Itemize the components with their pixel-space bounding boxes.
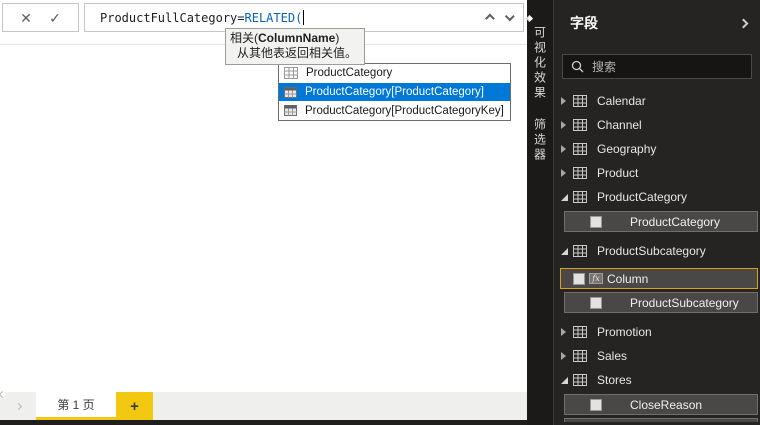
- formula-scroll-buttons: [485, 4, 514, 33]
- table-icon: [573, 350, 587, 362]
- field-productcategory[interactable]: ProductCategory: [564, 211, 758, 232]
- chevron-down-icon[interactable]: [505, 11, 515, 21]
- field-table-calendar[interactable]: Calendar: [554, 89, 760, 113]
- field-checkbox[interactable]: [590, 297, 602, 309]
- column-icon: [284, 87, 297, 98]
- chevron-up-icon[interactable]: [485, 14, 495, 24]
- fields-pane: 字段 Calendar Channel: [553, 0, 760, 425]
- field-checkbox[interactable]: [573, 273, 585, 285]
- table-icon: [573, 245, 587, 257]
- tab-visualizations[interactable]: 可视化效果: [532, 26, 549, 101]
- table-icon: [573, 119, 587, 131]
- suggestion-item[interactable]: ProductCategory: [279, 64, 510, 83]
- fields-search-box[interactable]: [562, 54, 752, 79]
- field-table-channel[interactable]: Channel: [554, 113, 760, 137]
- field-closereason[interactable]: CloseReason: [564, 394, 758, 415]
- table-icon: [573, 374, 587, 386]
- fields-tree: Calendar Channel Geography: [554, 89, 760, 422]
- field-table-geography[interactable]: Geography: [554, 137, 760, 161]
- chevron-right-icon[interactable]: [739, 18, 749, 28]
- column-icon: [284, 105, 297, 116]
- expand-triangle-icon[interactable]: [561, 377, 568, 384]
- tab-page-1[interactable]: 第 1 页: [36, 392, 116, 420]
- cancel-icon[interactable]: ✕: [20, 11, 32, 25]
- collapsed-panes-strip: 可视化效果 筛选器: [527, 0, 553, 425]
- formula-function-text: RELATED(: [245, 11, 303, 25]
- collapse-triangle-icon[interactable]: [561, 97, 566, 105]
- chevron-left-icon[interactable]: [526, 15, 533, 22]
- collapse-triangle-icon[interactable]: [561, 328, 566, 336]
- collapse-triangle-icon[interactable]: [561, 352, 566, 360]
- suggestion-item-selected[interactable]: ProductCategory[ProductCategory]: [279, 83, 510, 102]
- table-icon: [573, 167, 587, 179]
- powerbi-window: ✕ ✓ ProductFullCategory=RELATED( 第 1 页 +: [0, 0, 760, 425]
- page-nav-buttons: [0, 392, 36, 420]
- formula-name-text: ProductFullCategory=: [100, 11, 245, 25]
- text-caret: [303, 10, 304, 25]
- expand-triangle-icon[interactable]: [561, 248, 568, 255]
- calculated-column-icon: fx: [589, 273, 603, 284]
- field-row-partial: [564, 418, 758, 422]
- function-signature: 相关(ColumnName): [230, 31, 357, 46]
- field-checkbox[interactable]: [590, 399, 602, 411]
- fields-pane-header: 字段: [554, 0, 760, 46]
- table-icon: [573, 326, 587, 338]
- next-page-icon[interactable]: [14, 402, 21, 409]
- field-table-productcategory[interactable]: ProductCategory: [554, 185, 760, 209]
- expand-triangle-icon[interactable]: [561, 194, 568, 201]
- table-icon: [573, 191, 587, 203]
- add-page-button[interactable]: +: [116, 392, 153, 420]
- search-icon: [571, 60, 584, 73]
- collapse-triangle-icon[interactable]: [561, 121, 566, 129]
- table-icon: [284, 67, 298, 79]
- suggestion-item[interactable]: ProductCategory[ProductCategoryKey]: [279, 101, 510, 120]
- collapse-triangle-icon[interactable]: [561, 145, 566, 153]
- collapse-triangle-icon[interactable]: [561, 169, 566, 177]
- field-table-stores[interactable]: Stores: [554, 368, 760, 392]
- field-table-productsubcategory[interactable]: ProductSubcategory: [554, 239, 760, 263]
- formula-action-group: ✕ ✓: [2, 3, 79, 32]
- field-productsubcategory[interactable]: ProductSubcategory: [564, 292, 758, 313]
- page-tab-bar: 第 1 页 +: [0, 392, 527, 420]
- tab-filters[interactable]: 筛选器: [532, 118, 549, 163]
- field-table-promotion[interactable]: Promotion: [554, 320, 760, 344]
- field-table-sales[interactable]: Sales: [554, 344, 760, 368]
- fields-pane-title: 字段: [570, 13, 740, 33]
- function-description: 从其他表返回相关值。: [230, 46, 357, 61]
- commit-icon[interactable]: ✓: [49, 11, 61, 25]
- field-column-active[interactable]: fx Column: [560, 268, 758, 289]
- field-table-product[interactable]: Product: [554, 161, 760, 185]
- table-icon: [573, 95, 587, 107]
- field-checkbox[interactable]: [590, 216, 602, 228]
- function-tooltip: 相关(ColumnName) 从其他表返回相关值。: [225, 28, 365, 65]
- plus-icon: +: [130, 398, 139, 415]
- search-input[interactable]: [592, 60, 743, 74]
- prev-page-icon[interactable]: [0, 391, 6, 398]
- table-icon: [573, 143, 587, 155]
- intellisense-dropdown: ProductCategory ProductCategory[ProductC…: [278, 63, 511, 121]
- bottom-edge-strip: [0, 420, 527, 425]
